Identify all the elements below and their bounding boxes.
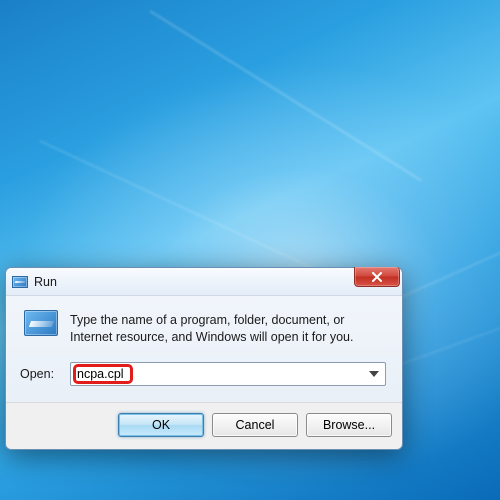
window-title: Run <box>34 275 57 289</box>
close-icon <box>371 272 383 282</box>
desktop-wallpaper: Run Type the name of a program, folder, … <box>0 0 500 500</box>
run-dialog: Run Type the name of a program, folder, … <box>5 267 403 450</box>
titlebar[interactable]: Run <box>6 268 402 296</box>
dialog-footer: OK Cancel Browse... <box>6 402 402 449</box>
dialog-content: Type the name of a program, folder, docu… <box>6 296 402 386</box>
ok-button[interactable]: OK <box>118 413 204 437</box>
instruction-text: Type the name of a program, folder, docu… <box>70 310 390 346</box>
cancel-button[interactable]: Cancel <box>212 413 298 437</box>
browse-button[interactable]: Browse... <box>306 413 392 437</box>
close-button[interactable] <box>354 267 400 287</box>
chevron-down-icon[interactable] <box>367 367 381 381</box>
open-label: Open: <box>20 367 60 381</box>
open-combobox[interactable] <box>70 362 386 386</box>
run-prompt-icon <box>12 274 28 290</box>
run-prompt-icon <box>24 310 58 344</box>
open-input[interactable] <box>77 367 363 381</box>
wallpaper-streak <box>149 10 421 181</box>
